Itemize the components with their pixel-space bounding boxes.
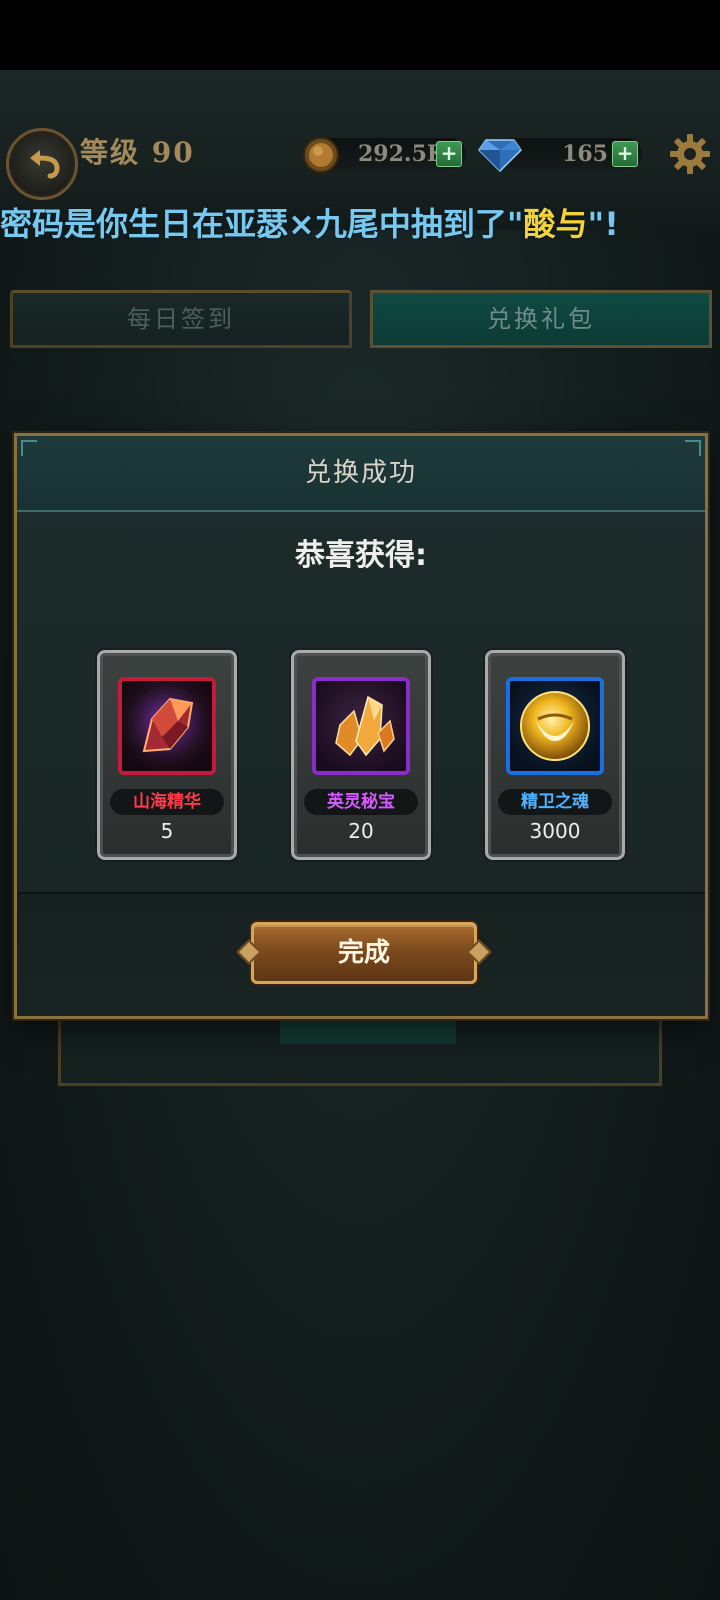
status-bar — [0, 0, 720, 70]
announcement-ticker: 密码是你生日在亚瑟×九尾中抽到了"酸与"! — [0, 198, 720, 250]
essence-crystal-icon — [127, 686, 207, 766]
dialog-title: 兑换成功 — [304, 458, 417, 488]
reward-name: 精卫之魂 — [498, 789, 612, 815]
add-coins-button[interactable]: + — [436, 141, 462, 167]
tab-daily-checkin[interactable]: 每日签到 — [10, 290, 352, 348]
reward-icon-frame — [506, 677, 604, 775]
player-level: 等级 90 — [80, 136, 195, 169]
reward-name: 英灵秘宝 — [304, 789, 418, 815]
corner-ornament — [685, 440, 701, 456]
corner-ornament — [21, 440, 37, 456]
reward-quantity: 5 — [160, 819, 174, 843]
redeem-success-dialog: 兑换成功 恭喜获得: 山海精华 5 英灵秘宝 20 精卫之魂 3000 完成 — [14, 433, 708, 1019]
golden-orb-icon — [520, 691, 590, 761]
game-screen: 等级 90 292.5K + 165 + 密码是你生日在亚瑟×九尾中抽到了"酸与… — [0, 0, 720, 1600]
congrats-text: 恭喜获得: — [295, 538, 427, 573]
reward-card[interactable]: 精卫之魂 3000 — [485, 650, 625, 860]
reward-card[interactable]: 山海精华 5 — [97, 650, 237, 860]
gear-icon[interactable] — [668, 132, 712, 176]
gem-value: 165 — [562, 141, 608, 167]
coin-value: 292.5K — [357, 141, 446, 167]
announcement-text: 密码是你生日在亚瑟×九尾中抽到了" — [0, 205, 524, 243]
announcement-highlight: 酸与 — [523, 205, 588, 243]
back-button[interactable] — [6, 128, 78, 200]
reward-card[interactable]: 英灵秘宝 20 — [291, 650, 431, 860]
reward-icon-frame — [312, 677, 410, 775]
reward-quantity: 20 — [348, 819, 374, 843]
diamond-icon — [478, 139, 522, 172]
reward-icon-frame — [118, 677, 216, 775]
reward-quantity: 3000 — [529, 819, 581, 843]
announcement-tail: "! — [587, 205, 619, 243]
reward-name: 山海精华 — [110, 789, 224, 815]
orange-crystal-icon — [335, 695, 395, 757]
done-button-label: 完成 — [337, 938, 390, 968]
back-arrow-icon — [30, 150, 60, 179]
tab-redeem-gift[interactable]: 兑换礼包 — [370, 290, 712, 348]
done-button[interactable]: 完成 — [236, 922, 492, 984]
coin-icon — [303, 137, 339, 173]
add-gems-button[interactable]: + — [612, 141, 638, 167]
